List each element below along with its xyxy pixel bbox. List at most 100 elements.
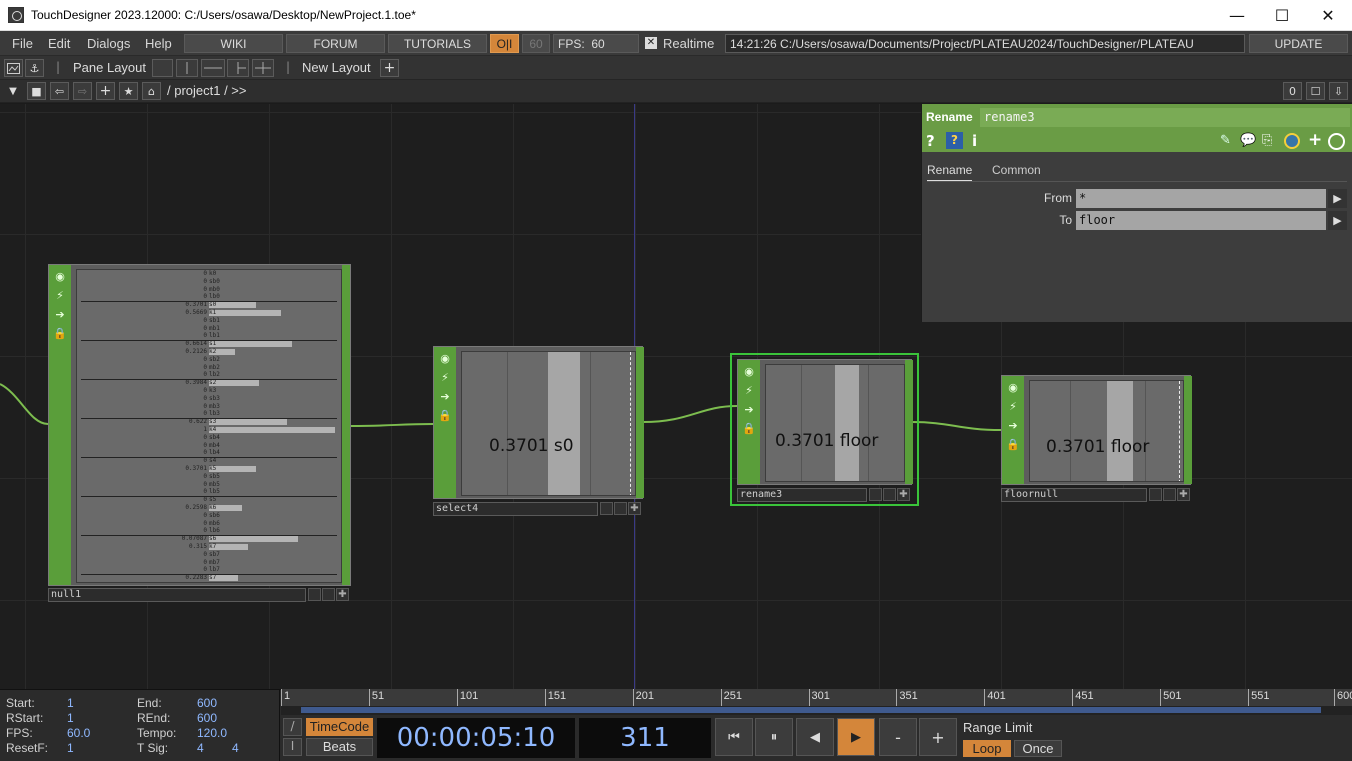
- home-icon[interactable]: ⌂: [142, 82, 161, 100]
- lock-icon[interactable]: 🔒: [1006, 437, 1020, 451]
- target-icon[interactable]: [1328, 133, 1345, 150]
- tab-rename[interactable]: Rename: [927, 163, 973, 182]
- rend-value[interactable]: 600: [197, 711, 217, 725]
- viewer-icon[interactable]: ◉: [438, 351, 452, 365]
- layout-split-v-button[interactable]: [176, 59, 198, 77]
- timecode-display[interactable]: 00:00:05:10: [377, 718, 575, 758]
- viewer-icon[interactable]: ◉: [53, 269, 67, 283]
- to-expand-icon[interactable]: ▶: [1328, 211, 1347, 230]
- back-arrow-icon[interactable]: ⇦: [50, 82, 69, 100]
- floornull-label[interactable]: floornull: [1001, 488, 1147, 502]
- null1-label[interactable]: null1: [48, 588, 306, 602]
- select4-label[interactable]: select4: [433, 502, 598, 516]
- maximize-pane-icon[interactable]: ☐: [1306, 82, 1325, 100]
- rewind-to-start-icon[interactable]: ⏮: [715, 718, 753, 756]
- python-icon[interactable]: [1284, 133, 1300, 149]
- start-value[interactable]: 1: [67, 696, 74, 710]
- comment-icon[interactable]: 💬: [1240, 133, 1256, 148]
- info-icon[interactable]: i: [972, 132, 977, 150]
- tab-common[interactable]: Common: [992, 163, 1041, 177]
- help-icon[interactable]: ?: [926, 132, 935, 150]
- add-icon[interactable]: +: [96, 82, 115, 100]
- to-field[interactable]: floor: [1076, 211, 1326, 230]
- menu-file[interactable]: File: [12, 36, 33, 51]
- layout-split-h-button[interactable]: [201, 59, 225, 77]
- node-flag-button[interactable]: [869, 488, 882, 501]
- step-plus-button[interactable]: +: [919, 718, 957, 756]
- param-op-name-field[interactable]: rename3: [980, 108, 1350, 127]
- timeline-scroll-thumb[interactable]: [301, 707, 1321, 713]
- wiki-button[interactable]: WIKI: [184, 34, 283, 53]
- tsig-denominator[interactable]: 4: [232, 741, 239, 755]
- node-flag-button[interactable]: [308, 588, 321, 601]
- forum-button[interactable]: FORUM: [286, 34, 385, 53]
- timeline-slash-icon[interactable]: /: [283, 718, 302, 736]
- select4-node[interactable]: ◉ ⚡ ➔ 🔒 0.3701 s0 select4 ✚: [433, 346, 644, 516]
- chevron-down-icon[interactable]: ▼: [4, 83, 22, 100]
- play-icon[interactable]: ▶: [837, 718, 875, 756]
- realtime-checkbox[interactable]: ✕: [645, 37, 657, 49]
- step-minus-button[interactable]: -: [879, 718, 917, 756]
- node-flag-button[interactable]: [1163, 488, 1176, 501]
- minimize-button[interactable]: —: [1214, 0, 1260, 31]
- from-expand-icon[interactable]: ▶: [1328, 189, 1347, 208]
- tsig-numerator[interactable]: 4: [197, 741, 204, 755]
- tutorials-button[interactable]: TUTORIALS: [388, 34, 487, 53]
- timeline-ruler[interactable]: 151101151201251301351401451501551600: [281, 689, 1352, 706]
- download-arrow-icon[interactable]: ⇩: [1329, 82, 1348, 100]
- stop-icon[interactable]: ■: [27, 82, 46, 100]
- cook-arrow-icon[interactable]: ➔: [438, 389, 452, 403]
- cook-arrow-icon[interactable]: ➔: [1006, 418, 1020, 432]
- oi-toggle-button[interactable]: O|I: [490, 34, 519, 53]
- pause-icon[interactable]: ⏸: [755, 718, 793, 756]
- star-icon[interactable]: ★: [119, 82, 138, 100]
- bypass-icon[interactable]: ⚡: [742, 383, 756, 397]
- maximize-button[interactable]: ☐: [1259, 0, 1305, 31]
- node-flag-button[interactable]: [600, 502, 613, 515]
- layout-four-button[interactable]: [252, 59, 274, 77]
- fps-value[interactable]: 60.0: [67, 726, 90, 740]
- clone-icon[interactable]: ⎘: [1262, 133, 1272, 148]
- node-flag-button[interactable]: [614, 502, 627, 515]
- end-value[interactable]: 600: [197, 696, 217, 710]
- timeline-scrollbar[interactable]: [281, 706, 1352, 715]
- rename3-node[interactable]: ◉ ⚡ ➔ 🔒 0.3701 floor rename3 ✚: [737, 359, 913, 502]
- resetf-value[interactable]: 1: [67, 741, 74, 755]
- rstart-value[interactable]: 1: [67, 711, 74, 725]
- viewer-icon[interactable]: ◉: [742, 364, 756, 378]
- timecode-toggle[interactable]: TimeCode: [306, 718, 373, 736]
- frame-display[interactable]: 311: [579, 718, 711, 758]
- update-button[interactable]: UPDATE: [1249, 34, 1348, 53]
- lock-icon[interactable]: 🔒: [438, 408, 452, 422]
- tempo-value[interactable]: 120.0: [197, 726, 227, 740]
- layout-three-button[interactable]: [227, 59, 249, 77]
- viewer-icon[interactable]: ◉: [1006, 380, 1020, 394]
- floornull-node[interactable]: ◉ ⚡ ➔ 🔒 0.3701 floor floornull ✚: [1001, 375, 1192, 502]
- loop-toggle[interactable]: Loop: [963, 740, 1011, 757]
- new-layout-add-button[interactable]: +: [380, 59, 399, 77]
- step-back-icon[interactable]: ◀: [796, 718, 834, 756]
- node-flag-button[interactable]: [1149, 488, 1162, 501]
- node-expand-icon[interactable]: ✚: [897, 488, 910, 501]
- fps-cap-field[interactable]: 60: [522, 34, 550, 53]
- menu-dialogs[interactable]: Dialogs: [87, 36, 130, 51]
- rename3-label[interactable]: rename3: [737, 488, 867, 502]
- node-expand-icon[interactable]: ✚: [628, 502, 641, 515]
- network-path[interactable]: / project1 / >>: [167, 83, 247, 98]
- bypass-icon[interactable]: ⚡: [438, 370, 452, 384]
- anchor-icon[interactable]: ⚓: [25, 59, 44, 77]
- menu-edit[interactable]: Edit: [48, 36, 70, 51]
- from-field[interactable]: *: [1076, 189, 1326, 208]
- lock-icon[interactable]: 🔒: [742, 421, 756, 435]
- node-flag-button[interactable]: [883, 488, 896, 501]
- cook-arrow-icon[interactable]: ➔: [53, 307, 67, 321]
- bypass-icon[interactable]: ⚡: [53, 288, 67, 302]
- null1-node[interactable]: ◉ ⚡ ➔ 🔒 0 k0 0 sb0 0 mb0 0 lb0 0.3701 s0 0.5669 k1 0…: [48, 264, 351, 602]
- node-expand-icon[interactable]: ✚: [336, 588, 349, 601]
- bypass-icon[interactable]: ⚡: [1006, 399, 1020, 413]
- pencil-icon[interactable]: ✎: [1220, 133, 1231, 148]
- pane-type-icon[interactable]: [4, 59, 23, 77]
- forward-arrow-icon[interactable]: ⇨: [73, 82, 92, 100]
- node-flag-button[interactable]: [322, 588, 335, 601]
- beats-toggle[interactable]: Beats: [306, 738, 373, 756]
